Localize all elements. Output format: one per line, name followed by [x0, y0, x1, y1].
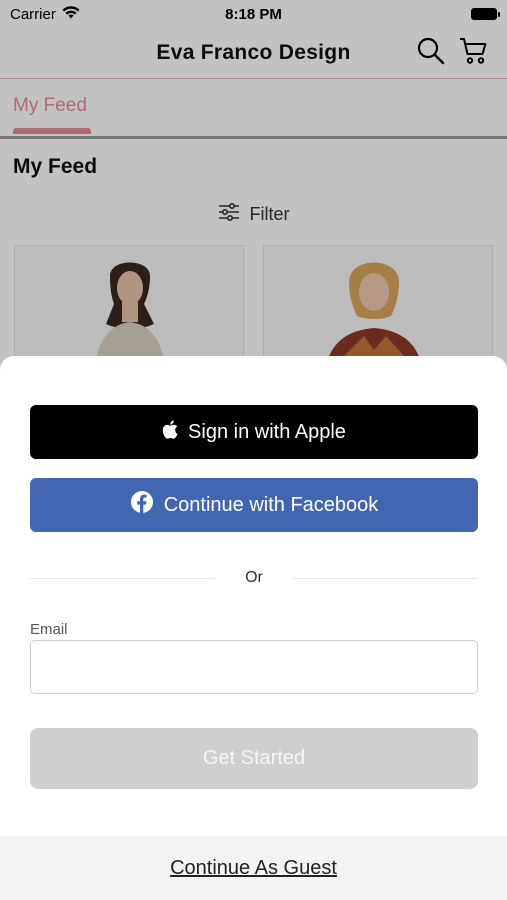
email-label: Email — [30, 621, 68, 638]
email-field[interactable] — [30, 640, 478, 694]
or-label: Or — [245, 569, 263, 586]
sign-in-apple-label: Sign in with Apple — [188, 420, 346, 443]
divider-line — [292, 577, 478, 579]
get-started-label: Get Started — [202, 747, 306, 769]
or-divider: Or — [30, 566, 478, 590]
continue-facebook-label: Continue with Facebook — [163, 493, 379, 516]
apple-icon — [162, 420, 178, 445]
continue-facebook-button[interactable]: Continue with Facebook — [30, 478, 478, 532]
continue-as-guest-link[interactable]: Continue As Guest — [170, 857, 337, 880]
guest-bar: Continue As Guest — [0, 836, 507, 900]
facebook-icon — [130, 490, 154, 520]
get-started-button[interactable]: Get Started — [30, 728, 478, 789]
sign-in-sheet: Sign in with Apple Continue with Faceboo… — [0, 356, 507, 900]
sign-in-apple-button[interactable]: Sign in with Apple — [30, 405, 478, 459]
divider-line — [30, 577, 216, 579]
